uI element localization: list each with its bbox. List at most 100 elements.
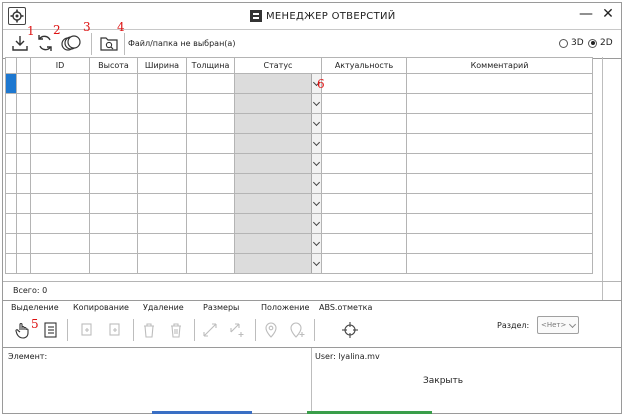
close-button[interactable]: Закрыть bbox=[423, 376, 463, 386]
status-dropdown-cell[interactable] bbox=[234, 133, 322, 154]
table-cell[interactable] bbox=[321, 73, 407, 94]
table-cell[interactable] bbox=[16, 113, 31, 134]
row-selector-cell[interactable] bbox=[5, 253, 17, 274]
table-cell[interactable] bbox=[321, 173, 407, 194]
table-cell[interactable] bbox=[16, 193, 31, 214]
table-row[interactable] bbox=[5, 73, 593, 94]
table-cell[interactable] bbox=[89, 93, 138, 114]
table-cell[interactable] bbox=[30, 233, 90, 254]
table-cell[interactable] bbox=[186, 133, 235, 154]
column-header-id[interactable]: ID bbox=[30, 57, 90, 74]
table-cell[interactable] bbox=[30, 213, 90, 234]
table-cell[interactable] bbox=[186, 73, 235, 94]
table-cell[interactable] bbox=[321, 253, 407, 274]
table-cell[interactable] bbox=[30, 193, 90, 214]
chevron-down-icon[interactable] bbox=[311, 174, 321, 193]
chevron-down-icon[interactable] bbox=[311, 134, 321, 153]
chevron-down-icon[interactable] bbox=[311, 114, 321, 133]
openings-table[interactable]: ID Высота Ширина Толщина Статус Актуальн… bbox=[5, 57, 593, 274]
table-cell[interactable] bbox=[137, 153, 187, 174]
table-cell[interactable] bbox=[89, 173, 138, 194]
table-cell[interactable] bbox=[16, 73, 31, 94]
table-cell[interactable] bbox=[406, 133, 593, 154]
table-row[interactable] bbox=[5, 113, 593, 134]
table-cell[interactable] bbox=[16, 173, 31, 194]
table-row[interactable] bbox=[5, 133, 593, 154]
table-cell[interactable] bbox=[16, 153, 31, 174]
table-cell[interactable] bbox=[30, 113, 90, 134]
view-2d-option[interactable]: 2D bbox=[588, 38, 613, 48]
table-cell[interactable] bbox=[30, 133, 90, 154]
table-cell[interactable] bbox=[137, 213, 187, 234]
table-cell[interactable] bbox=[89, 253, 138, 274]
table-row[interactable] bbox=[5, 253, 593, 274]
chevron-down-icon[interactable] bbox=[311, 234, 321, 253]
table-cell[interactable] bbox=[321, 153, 407, 174]
select-hand-button[interactable] bbox=[13, 320, 33, 340]
table-row[interactable] bbox=[5, 173, 593, 194]
status-dropdown-cell[interactable] bbox=[234, 173, 322, 194]
column-header-status[interactable]: Статус bbox=[234, 57, 322, 74]
table-cell[interactable] bbox=[16, 213, 31, 234]
table-cell[interactable] bbox=[406, 73, 593, 94]
row-selector-cell[interactable] bbox=[5, 233, 17, 254]
status-dropdown-cell[interactable] bbox=[234, 93, 322, 114]
table-cell[interactable] bbox=[89, 73, 138, 94]
table-cell[interactable] bbox=[406, 233, 593, 254]
status-dropdown-cell[interactable] bbox=[234, 253, 322, 274]
table-cell[interactable] bbox=[137, 73, 187, 94]
table-cell[interactable] bbox=[137, 253, 187, 274]
table-cell[interactable] bbox=[406, 113, 593, 134]
table-cell[interactable] bbox=[30, 153, 90, 174]
status-dropdown-cell[interactable] bbox=[234, 153, 322, 174]
row-selector-cell[interactable] bbox=[5, 133, 17, 154]
table-cell[interactable] bbox=[137, 113, 187, 134]
chevron-down-icon[interactable] bbox=[311, 194, 321, 213]
table-cell[interactable] bbox=[16, 253, 31, 274]
table-cell[interactable] bbox=[137, 193, 187, 214]
status-dropdown-cell[interactable] bbox=[234, 193, 322, 214]
table-cell[interactable] bbox=[16, 93, 31, 114]
row-selector-cell[interactable] bbox=[5, 113, 17, 134]
table-cell[interactable] bbox=[186, 153, 235, 174]
radio-2d[interactable] bbox=[588, 38, 597, 48]
row-selector-cell[interactable] bbox=[5, 73, 17, 94]
minimize-button[interactable]: — bbox=[578, 6, 594, 22]
gear-icon[interactable] bbox=[8, 7, 26, 25]
table-cell[interactable] bbox=[186, 113, 235, 134]
column-header-comment[interactable]: Комментарий bbox=[406, 57, 593, 74]
table-cell[interactable] bbox=[406, 93, 593, 114]
table-cell[interactable] bbox=[89, 113, 138, 134]
row-selector-cell[interactable] bbox=[5, 93, 17, 114]
table-cell[interactable] bbox=[30, 253, 90, 274]
table-cell[interactable] bbox=[321, 133, 407, 154]
table-cell[interactable] bbox=[186, 213, 235, 234]
table-cell[interactable] bbox=[186, 193, 235, 214]
view-3d-option[interactable]: 3D bbox=[559, 38, 584, 48]
table-cell[interactable] bbox=[30, 173, 90, 194]
row-selector-cell[interactable] bbox=[5, 153, 17, 174]
table-cell[interactable] bbox=[406, 173, 593, 194]
section-select[interactable]: <Нет> bbox=[537, 316, 579, 334]
row-selector-cell[interactable] bbox=[5, 173, 17, 194]
radio-3d[interactable] bbox=[559, 38, 568, 48]
table-cell[interactable] bbox=[321, 93, 407, 114]
row-selector-cell[interactable] bbox=[5, 193, 17, 214]
table-cell[interactable] bbox=[321, 193, 407, 214]
column-header-thickness[interactable]: Толщина bbox=[186, 57, 235, 74]
table-cell[interactable] bbox=[89, 193, 138, 214]
status-dropdown-cell[interactable] bbox=[234, 213, 322, 234]
table-cell[interactable] bbox=[137, 233, 187, 254]
column-header-height[interactable]: Высота bbox=[89, 57, 138, 74]
table-row[interactable] bbox=[5, 193, 593, 214]
table-cell[interactable] bbox=[89, 213, 138, 234]
chevron-down-icon[interactable] bbox=[311, 254, 321, 273]
table-row[interactable] bbox=[5, 153, 593, 174]
table-cell[interactable] bbox=[16, 133, 31, 154]
table-row[interactable] bbox=[5, 213, 593, 234]
table-cell[interactable] bbox=[186, 253, 235, 274]
table-cell[interactable] bbox=[186, 233, 235, 254]
table-cell[interactable] bbox=[321, 233, 407, 254]
table-cell[interactable] bbox=[406, 153, 593, 174]
table-cell[interactable] bbox=[16, 233, 31, 254]
